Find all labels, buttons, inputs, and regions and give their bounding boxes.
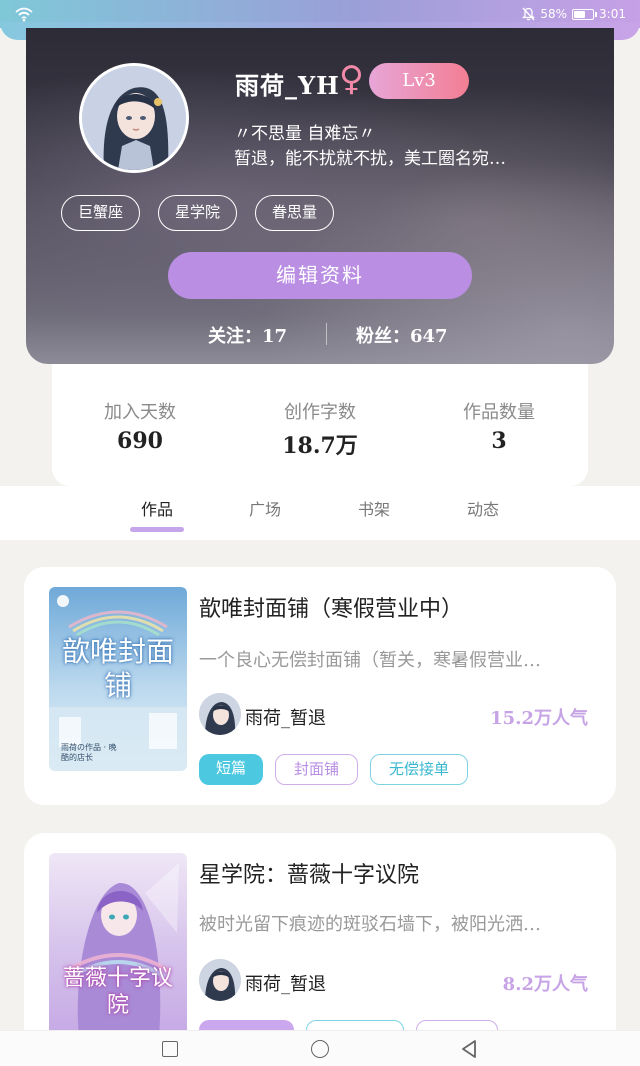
female-icon: ♀: [339, 59, 364, 99]
level-badge: Lv3: [369, 63, 469, 99]
stat-join-days: 加入天数 690: [65, 398, 215, 454]
avatar[interactable]: [79, 63, 189, 173]
divider: [326, 323, 327, 345]
tag-chip[interactable]: 眷思量: [255, 195, 335, 231]
profile-header: 雨荷_YH ♀ Lv3 〃不思量 自难忘〃 暂退，能不扰就不扰，美工圈名宛… 巨…: [26, 28, 614, 364]
tab-square[interactable]: 广场: [249, 496, 281, 520]
fans-count: 647: [410, 326, 448, 347]
fans-stat[interactable]: 粉丝：647: [356, 322, 448, 348]
popularity-count: 8.2万人气: [502, 974, 588, 995]
bio-line-2: 暂退，能不扰就不扰，美工圈名宛…: [234, 149, 506, 169]
tab-activity[interactable]: 动态: [467, 496, 499, 520]
tab-bookshelf[interactable]: 书架: [358, 496, 390, 520]
stat-value: 690: [117, 428, 163, 454]
work-card[interactable]: 歆唯封面铺 雨荷の作品 · 晚酷的店长 歆唯封面铺（寒假营业中） 一个良心无偿封…: [24, 567, 616, 805]
tab-works[interactable]: 作品: [141, 496, 173, 520]
wifi-icon: [15, 7, 33, 22]
stat-label: 作品数量: [463, 402, 535, 423]
fans-label: 粉丝：: [356, 326, 410, 347]
author-avatar-illustration: [199, 959, 241, 1001]
work-description: 一个良心无偿封面铺（暂关，寒暑假营业…: [199, 650, 541, 671]
tag-chip[interactable]: 星学院: [158, 195, 238, 231]
cover-title: 蔷薇十字议院: [62, 966, 173, 1018]
popularity-count: 15.2万人气: [490, 708, 588, 729]
following-stat[interactable]: 关注：17: [208, 322, 287, 348]
chip-short-story[interactable]: 短篇: [199, 754, 263, 785]
back-icon[interactable]: [460, 1039, 478, 1059]
work-title[interactable]: 星学院：蔷薇十字议院: [199, 857, 419, 889]
work-card[interactable]: 蔷薇十字议院 星学院：蔷薇十字议院 被时光留下痕迹的斑驳石墙下，被阳光洒… 雨荷…: [24, 833, 616, 1063]
tab-bar: 作品 广场 书架 动态: [0, 486, 640, 540]
home-icon[interactable]: [311, 1040, 329, 1058]
clock: 3:01: [599, 7, 626, 21]
bio-line-1: 〃不思量 自难忘〃: [234, 124, 376, 144]
following-label: 关注：: [208, 326, 262, 347]
battery-percent: 58%: [540, 7, 568, 21]
work-cover[interactable]: 蔷薇十字议院: [49, 853, 187, 1037]
author-name[interactable]: 雨荷_暂退: [245, 704, 326, 730]
cover-title: 歆唯封面铺: [61, 635, 174, 702]
edit-profile-button[interactable]: 编辑资料: [168, 252, 472, 299]
stats-card: 加入天数 690 创作字数 18.7万 作品数量 3: [52, 364, 588, 486]
stat-word-count: 创作字数 18.7万: [245, 398, 395, 460]
bell-muted-icon: [522, 7, 536, 21]
author-avatar[interactable]: [199, 959, 241, 1001]
username: 雨荷_YH: [235, 71, 340, 100]
stat-label: 创作字数: [284, 402, 356, 423]
stat-label: 加入天数: [104, 402, 176, 423]
battery-icon: [572, 8, 598, 20]
work-cover[interactable]: 歆唯封面铺 雨荷の作品 · 晚酷的店长: [49, 587, 187, 771]
active-tab-indicator: [130, 527, 184, 532]
status-right: 58% 3:01: [522, 5, 626, 23]
follow-stats: 关注：17 粉丝：647: [26, 319, 614, 349]
tag-chip[interactable]: 巨蟹座: [61, 195, 141, 231]
chip-free-order[interactable]: 无偿接单: [370, 754, 468, 785]
stat-value: 3: [491, 428, 507, 454]
chip-cover-shop[interactable]: 封面铺: [275, 754, 358, 785]
work-description: 被时光留下痕迹的斑驳石墙下，被阳光洒…: [199, 914, 541, 935]
system-nav-bar: [0, 1030, 640, 1066]
work-title[interactable]: 歆唯封面铺（寒假营业中）: [199, 591, 463, 623]
profile-tags: 巨蟹座 星学院 眷思量: [61, 195, 335, 231]
author-avatar-illustration: [199, 693, 241, 735]
avatar-illustration: [82, 66, 186, 170]
stat-works-count: 作品数量 3: [424, 398, 574, 454]
cover-subtitle: 雨荷の作品 · 晚酷的店长: [61, 743, 117, 762]
author-name[interactable]: 雨荷_暂退: [245, 970, 326, 996]
recent-apps-icon[interactable]: [162, 1041, 178, 1057]
author-avatar[interactable]: [199, 693, 241, 735]
stat-value: 18.7万: [282, 433, 358, 459]
following-count: 17: [262, 326, 288, 347]
